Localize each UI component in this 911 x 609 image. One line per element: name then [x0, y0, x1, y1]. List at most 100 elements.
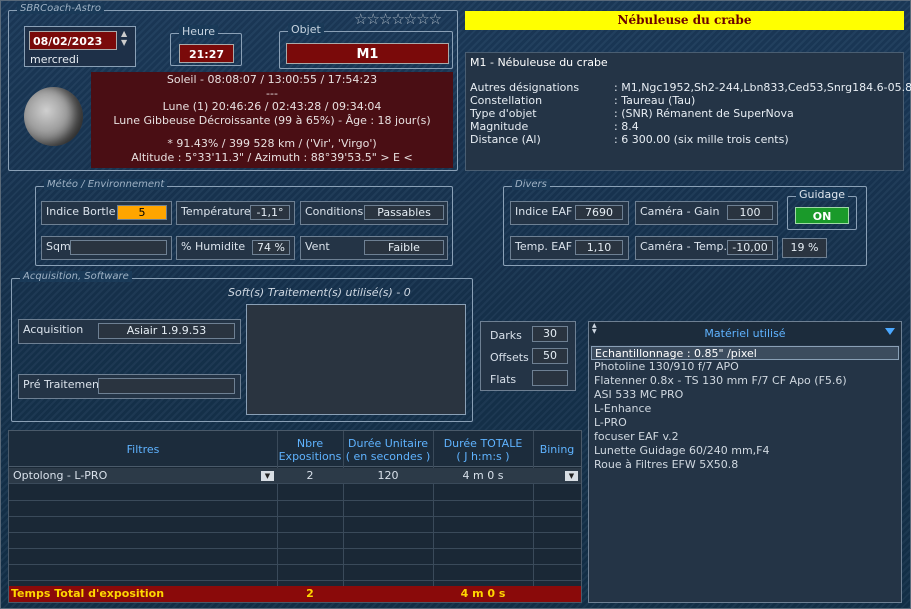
object-info-key: Autres désignations — [470, 81, 580, 94]
soft-list[interactable] — [246, 304, 466, 415]
divers-title: Divers — [512, 179, 550, 190]
object-info-rows: Autres désignations : M1,Ngc1952,Sh2-244,… — [470, 81, 911, 146]
object-info-row: Autres désignations : M1,Ngc1952,Sh2-244,… — [470, 81, 911, 94]
materiel-title: Matériel utilisé — [704, 327, 786, 340]
acquisition-value[interactable]: Asiair 1.9.9.53 — [98, 323, 235, 339]
moon-image — [24, 87, 83, 146]
bining-dropdown-icon[interactable]: ▼ — [565, 471, 578, 481]
col-total-line1: Durée TOTALE — [443, 437, 523, 450]
stars-rating[interactable]: ☆☆☆☆☆☆☆ — [354, 10, 442, 28]
object-info-value: : 6 300.00 (six mille trois cents) — [614, 133, 789, 146]
filter-row[interactable]: Optolong - L-PRO ▼ 2 120 4 m 0 s ▼ — [9, 468, 581, 484]
offsets-value[interactable]: 50 — [532, 348, 568, 364]
flats-label: Flats — [490, 373, 517, 386]
ephemeris-moon: Lune (1) 20:46:26 / 02:43:28 / 09:34:04 — [162, 100, 382, 114]
col-nbre[interactable]: Nbre Expositions — [277, 437, 343, 463]
col-nbre-line1: Nbre — [296, 437, 324, 450]
object-info-row: Type d'objet : (SNR) Rémanent de SuperNov… — [470, 107, 900, 120]
date-picker[interactable]: 08/02/2023 ▲ ▼ mercredi — [24, 26, 136, 67]
object-info-row: Magnitude : 8.4 — [470, 120, 900, 133]
ephemeris-sun: Soleil - 08:08:07 / 13:00:55 / 17:54:23 — [166, 73, 378, 86]
filter-nbre[interactable]: 2 — [277, 469, 343, 482]
object-info-key: Type d'objet — [470, 107, 537, 120]
object-info-key: Constellation — [470, 94, 543, 107]
col-total-line2: ( J h:m:s ) — [456, 450, 510, 463]
col-duree-line1: Durée Unitaire — [348, 437, 428, 450]
cam-temp-percent: 19 % — [782, 238, 827, 258]
materiel-list[interactable]: Echantillonnage : 0.85" /pixel Photoline … — [591, 346, 899, 472]
sqm-value[interactable] — [70, 240, 167, 255]
filter-total: 4 m 0 s — [462, 469, 504, 482]
materiel-item[interactable]: Lunette Guidage 60/240 mm,F4 — [591, 444, 899, 458]
heure-label: Heure — [179, 25, 219, 38]
date-spinner-icon[interactable]: ▲ ▼ — [121, 29, 127, 47]
ephemeris-altaz: Altitude : 5°33'11.3" / Azimuth : 88°39'… — [131, 150, 413, 164]
humidity-value[interactable]: 74 % — [252, 240, 290, 255]
object-info-value: : Taureau (Tau) — [614, 94, 696, 107]
ephemeris-phase: Lune Gibbeuse Décroissante (99 à 65%) - … — [113, 113, 431, 127]
materiel-item[interactable]: L-PRO — [591, 416, 899, 430]
col-duree[interactable]: Durée Unitaire( en secondes ) — [343, 437, 433, 463]
materiel-item[interactable]: focuser EAF v.2 — [591, 430, 899, 444]
materiel-item[interactable]: Echantillonnage : 0.85" /pixel — [591, 346, 899, 360]
weekday: mercredi — [30, 53, 79, 66]
meteo-title: Météo / Environnement — [44, 179, 168, 190]
offsets-label: Offsets — [490, 351, 529, 364]
pretraitement-value[interactable] — [98, 378, 235, 394]
flats-value[interactable] — [532, 370, 568, 386]
object-info-key: Distance (Al) — [470, 133, 541, 146]
total-row: Temps Total d'exposition 2 4 m 0 s — [9, 586, 581, 602]
ephemeris-distance: * 91.43% / 399 528 km / ('Vir', 'Virgo') — [167, 137, 377, 151]
object-info-value: : M1,Ngc1952,Sh2-244,Lbn833,Ced53,Snrg18… — [614, 81, 911, 94]
object-info-panel: M1 - Nébuleuse du crabe Autres désignati… — [465, 52, 911, 171]
object-info-row: Constellation : Taureau (Tau) — [470, 94, 900, 107]
empty-rows — [9, 485, 581, 585]
materiel-item[interactable]: Roue à Filtres EFW 5X50.8 — [591, 458, 899, 472]
eaf-value[interactable]: 7690 — [575, 205, 623, 220]
filter-funnel-icon[interactable] — [885, 328, 895, 335]
date-field[interactable]: 08/02/2023 — [29, 31, 117, 50]
col-nbre-line2: Expositions — [278, 450, 342, 463]
col-bining[interactable]: Bining — [533, 443, 581, 456]
temperature-value[interactable]: -1,1° — [250, 205, 290, 220]
app-window: SBRCoach-Astro ☆☆☆☆☆☆☆ 08/02/2023 ▲ ▼ mer… — [0, 0, 911, 609]
total-label: Temps Total d'exposition — [11, 587, 165, 600]
bortle-value[interactable]: 5 — [117, 205, 167, 220]
materiel-item[interactable]: ASI 533 MC PRO — [591, 388, 899, 402]
materiel-panel: ▲ ▼ Matériel utilisé Echantillonnage : 0.… — [588, 321, 902, 603]
gain-value[interactable]: 100 — [727, 205, 773, 220]
ephemeris-sep: --- — [266, 86, 278, 100]
materiel-item[interactable]: L-Enhance — [591, 402, 899, 416]
vent-value[interactable]: Faible — [364, 240, 444, 255]
guidage-label: Guidage — [796, 188, 849, 201]
filter-dropdown-icon[interactable]: ▼ — [261, 471, 274, 481]
conditions-value[interactable]: Passables — [364, 205, 444, 220]
objet-field[interactable]: M1 — [286, 43, 449, 64]
filter-name[interactable]: Optolong - L-PRO — [13, 469, 107, 482]
col-filtres[interactable]: Filtres — [9, 443, 277, 456]
guidage-toggle[interactable]: ON — [795, 207, 849, 224]
objet-label: Objet — [288, 23, 324, 36]
app-title: SBRCoach-Astro — [17, 3, 105, 14]
object-info-value: : (SNR) Rémanent de SuperNova — [614, 107, 794, 120]
temp-eaf-value[interactable]: 1,10 — [575, 240, 623, 255]
object-heading: M1 - Nébuleuse du crabe — [470, 56, 608, 69]
darks-label: Darks — [490, 329, 522, 342]
materiel-item[interactable]: Flatenner 0.8x - TS 130 mm F/7 CF Apo (F… — [591, 374, 899, 388]
col-duree-line2: ( en secondes ) — [345, 450, 431, 463]
filters-table: Filtres Nbre Expositions Durée Unitaire( … — [8, 430, 582, 603]
materiel-item[interactable]: Photoline 130/910 f/7 APO — [591, 360, 899, 374]
object-info-row: Distance (Al) : 6 300.00 (six mille trois… — [470, 133, 900, 146]
darks-value[interactable]: 30 — [532, 326, 568, 342]
object-info-key: Magnitude — [470, 120, 529, 133]
object-banner: Nébuleuse du crabe — [465, 11, 904, 30]
acquisition-title: Acquisition, Software — [20, 271, 132, 282]
total-nbre: 2 — [306, 587, 314, 600]
object-info-value: : 8.4 — [614, 120, 639, 133]
filter-duree[interactable]: 120 — [343, 469, 433, 482]
cam-temp-value[interactable]: -10,00 — [727, 240, 773, 255]
heure-value: 21:27 — [179, 44, 234, 63]
ephemeris-panel: Soleil - 08:08:07 / 13:00:55 / 17:54:23 … — [91, 72, 453, 168]
col-total[interactable]: Durée TOTALE( J h:m:s ) — [433, 437, 533, 463]
soft-title: Soft(s) Traitement(s) utilisé(s) - 0 — [228, 286, 411, 299]
